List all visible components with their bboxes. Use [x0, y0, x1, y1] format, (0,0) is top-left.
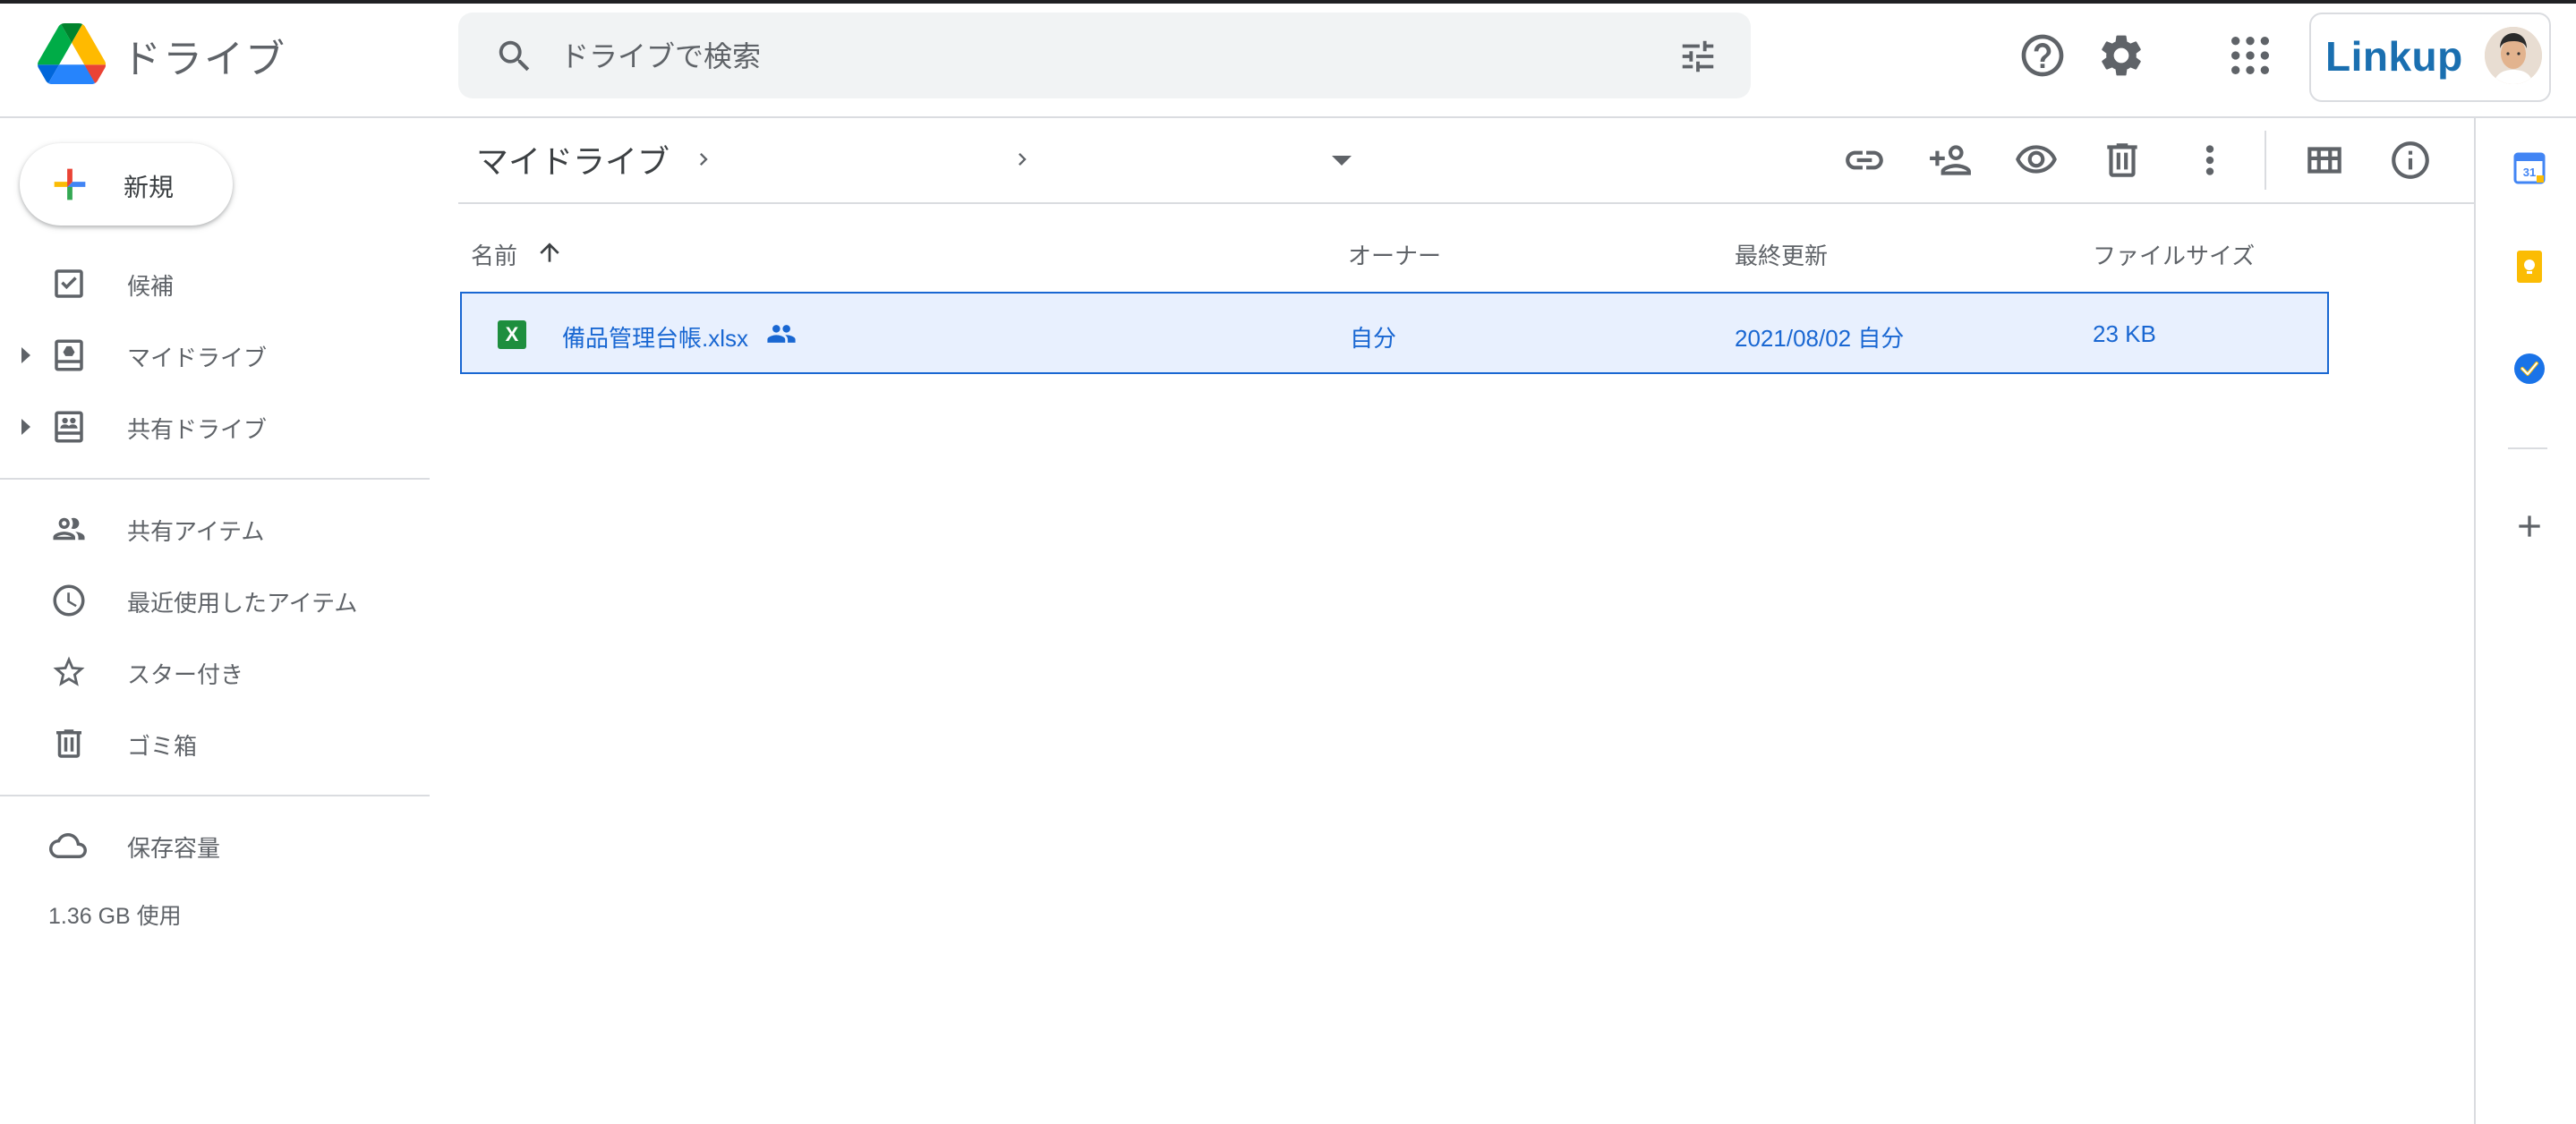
sidebar-item-label: マイドライブ	[127, 345, 268, 371]
more-vert-icon[interactable]	[2188, 138, 2232, 183]
app-title: ドライブ	[122, 38, 286, 81]
calendar-icon[interactable]: 31	[2512, 150, 2547, 186]
sidebar-item-shared-with-me[interactable]: 共有アイテム	[0, 496, 430, 560]
trash-icon[interactable]	[2100, 138, 2145, 183]
shared-people-icon	[767, 325, 796, 343]
shared-with-me-icon	[53, 517, 85, 541]
sidebar-item-recent[interactable]: 最近使用したアイテム	[0, 567, 430, 632]
column-header-modified[interactable]: 最終更新	[1735, 238, 1828, 271]
expand-arrow-icon[interactable]	[21, 347, 30, 363]
settings-icon[interactable]	[2096, 30, 2146, 81]
tune-icon[interactable]	[1677, 36, 1719, 77]
sidebar-item-my-drive[interactable]: マイドライブ	[0, 322, 430, 387]
sidebar-item-storage[interactable]: 保存容量	[0, 813, 430, 877]
link-icon[interactable]	[1842, 138, 1887, 183]
tasks-icon[interactable]	[2512, 351, 2547, 387]
grid-view-icon[interactable]	[2302, 138, 2347, 183]
account-switcher[interactable]: Linkup	[2309, 13, 2551, 102]
sidebar-divider	[0, 795, 430, 796]
column-header-owner: オーナー	[1348, 243, 1442, 269]
recent-icon	[53, 584, 85, 617]
trash-icon	[56, 729, 81, 758]
excel-file-icon: X	[498, 320, 526, 349]
new-button[interactable]: 新規	[20, 143, 233, 226]
cloud-icon	[49, 833, 87, 858]
file-owner: 自分	[1350, 325, 1397, 352]
file-size: 23 KB	[2093, 320, 2156, 347]
column-header-name[interactable]: 名前	[471, 238, 517, 271]
search-bar[interactable]	[458, 13, 1751, 98]
share-icon[interactable]	[1928, 138, 1973, 183]
chevron-right-icon	[700, 153, 708, 166]
my-drive-icon	[55, 339, 83, 371]
toolbar-separator	[2265, 131, 2266, 190]
account-brand-logo: Linkup	[2325, 33, 2463, 80]
preview-icon[interactable]	[2014, 138, 2059, 183]
sidebar-item-label: 候補	[127, 273, 175, 300]
file-name[interactable]: 備品管理台帳.xlsx	[562, 320, 748, 353]
sidebar-item-starred[interactable]: スター付き	[0, 639, 430, 703]
star-icon	[53, 656, 85, 686]
add-icon[interactable]	[2512, 508, 2547, 544]
column-header-size[interactable]: ファイルサイズ	[2093, 238, 2255, 271]
help-icon[interactable]	[2017, 30, 2068, 81]
expand-arrow-icon[interactable]	[21, 419, 30, 435]
side-panel-divider	[2474, 116, 2476, 1124]
keep-icon[interactable]	[2512, 249, 2547, 285]
sidebar-item-trash[interactable]: ゴミ箱	[0, 711, 430, 775]
info-icon[interactable]	[2388, 138, 2433, 183]
sidebar-item-label: 最近使用したアイテム	[127, 590, 358, 617]
sidebar-divider	[0, 478, 430, 480]
sidebar-item-shared-drives[interactable]: 共有ドライブ	[0, 394, 430, 458]
svg-text:31: 31	[2523, 166, 2536, 179]
chevron-right-icon	[1019, 153, 1027, 166]
new-button-label: 新規	[124, 174, 175, 201]
sidebar-item-label: 保存容量	[127, 835, 221, 862]
shared-drives-icon	[55, 411, 83, 443]
avatar[interactable]	[2485, 27, 2542, 84]
drive-logo-icon[interactable]	[38, 23, 106, 84]
apps-icon[interactable]	[2225, 30, 2275, 81]
file-modified: 2021/08/02 自分	[1735, 325, 1905, 352]
sidebar-item-label: ゴミ箱	[127, 733, 198, 760]
sidebar-item-label: 共有アイテム	[127, 518, 265, 545]
side-panel-separator	[2508, 447, 2547, 449]
sidebar-item-label: 共有ドライブ	[127, 416, 268, 443]
sidebar-item-label: スター付き	[127, 661, 244, 688]
search-icon[interactable]	[494, 36, 535, 77]
sidebar-item-suggested[interactable]: 候補	[0, 251, 430, 315]
search-input[interactable]	[559, 30, 1547, 82]
toolbar-divider	[458, 202, 2476, 204]
storage-usage-text: 1.36 GB 使用	[48, 904, 182, 929]
table-row[interactable]: X 備品管理台帳.xlsx 自分 2021/08/02 自分 23 KB	[460, 292, 2329, 374]
sort-ascending-icon[interactable]	[535, 238, 564, 267]
breadcrumb-root[interactable]: マイドライブ	[476, 136, 670, 183]
suggested-icon	[55, 269, 83, 298]
new-plus-icon	[54, 168, 86, 200]
folder-menu-dropdown-icon[interactable]	[1332, 156, 1352, 166]
